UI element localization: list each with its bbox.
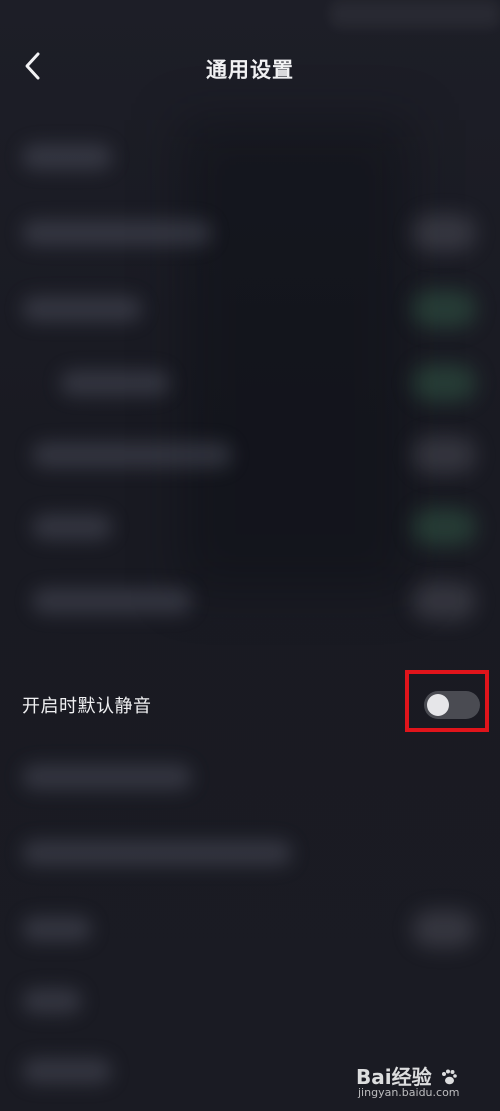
blurred-label	[32, 588, 192, 614]
blurred-label	[22, 988, 82, 1014]
watermark-domain: jingyan.baidu.com	[358, 1086, 460, 1099]
blurred-label	[22, 220, 212, 246]
blurred-label	[60, 370, 170, 396]
blurred-toggle	[412, 508, 476, 546]
app-screen: 通用设置 开启时默认静音 Bai经验 jingyan.baidu.com	[0, 0, 500, 1111]
blurred-label	[32, 442, 232, 468]
blurred-setting-row	[0, 274, 500, 344]
blurred-label	[22, 764, 192, 790]
mute-by-default-label: 开启时默认静音	[22, 696, 152, 717]
blurred-label	[22, 296, 142, 322]
blurred-setting-row	[0, 742, 500, 812]
blurred-setting-row	[0, 122, 500, 192]
blurred-setting-row	[0, 348, 500, 418]
blurred-setting-row	[0, 566, 500, 636]
blurred-toggle	[412, 436, 476, 474]
blurred-label	[32, 514, 112, 540]
toggle-knob	[427, 694, 449, 716]
blurred-setting-row	[0, 420, 500, 490]
blurred-label	[22, 1058, 112, 1084]
blurred-setting-row	[0, 492, 500, 562]
baidu-jingyan-watermark: Bai经验 jingyan.baidu.com	[356, 1061, 486, 1103]
status-bar-blur	[330, 0, 500, 28]
blurred-toggle	[412, 214, 476, 252]
blurred-toggle	[412, 290, 476, 328]
blurred-toggle	[412, 582, 476, 620]
blurred-toggle	[412, 364, 476, 402]
blurred-setting-row	[0, 198, 500, 268]
blurred-label	[22, 916, 92, 942]
blurred-label	[22, 840, 292, 866]
blurred-setting-row	[0, 966, 500, 1036]
blurred-setting-row	[0, 894, 500, 964]
blurred-label	[22, 144, 112, 170]
blurred-setting-row	[0, 818, 500, 888]
page-title: 通用设置	[206, 58, 294, 82]
page-header: 通用设置	[0, 30, 500, 106]
paw-icon	[441, 1069, 457, 1085]
mute-by-default-toggle[interactable]	[424, 691, 480, 719]
blurred-toggle	[412, 910, 476, 948]
